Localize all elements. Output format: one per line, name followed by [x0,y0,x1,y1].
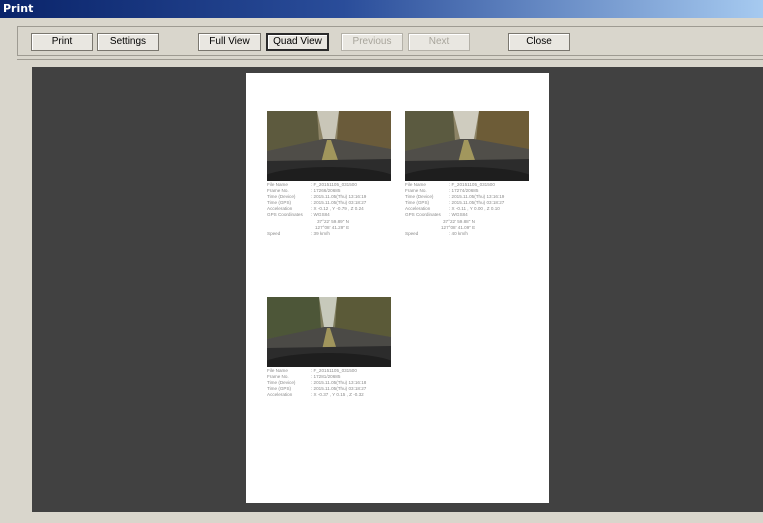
close-button[interactable]: Close [508,33,570,51]
snapshot-metadata: File Name: F_20151105_031500 Frame No.: … [267,368,407,398]
speed-label: Speed [405,230,419,236]
snapshot-metadata: File Name: F_20151105_031500 Frame No.: … [267,182,407,237]
acceleration-value: : X -0.37 , Y 0.15 , Z -0.32 [311,392,364,398]
meta-row: Speed : 39 km/h [267,231,407,237]
next-button[interactable]: Next [408,33,470,51]
full-view-button[interactable]: Full View [198,33,261,51]
dashcam-thumbnail [267,297,391,367]
previous-button[interactable]: Previous [341,33,403,51]
settings-button[interactable]: Settings [97,33,159,51]
dashcam-thumbnail [267,111,391,181]
meta-row: Speed : 40 km/h [405,231,545,237]
speed-value: : 39 km/h [311,230,330,236]
meta-row: Acceleration : X -0.37 , Y 0.15 , Z -0.32 [267,392,407,398]
window-title: Print [3,2,34,15]
window-title-bar[interactable]: Print [0,0,763,18]
toolbar: Print Settings Full View Quad View Previ… [17,26,763,56]
print-page: File Name: F_20151105_031500 Frame No.: … [246,73,549,503]
speed-value: : 40 km/h [449,230,468,236]
speed-label: Speed [267,230,281,236]
acceleration-label: Acceleration [267,392,293,398]
dashcam-thumbnail [405,111,529,181]
snapshot-metadata: File Name: F_20151105_031500 Frame No.: … [405,182,545,237]
print-button[interactable]: Print [31,33,93,51]
quad-view-button[interactable]: Quad View [266,33,329,51]
